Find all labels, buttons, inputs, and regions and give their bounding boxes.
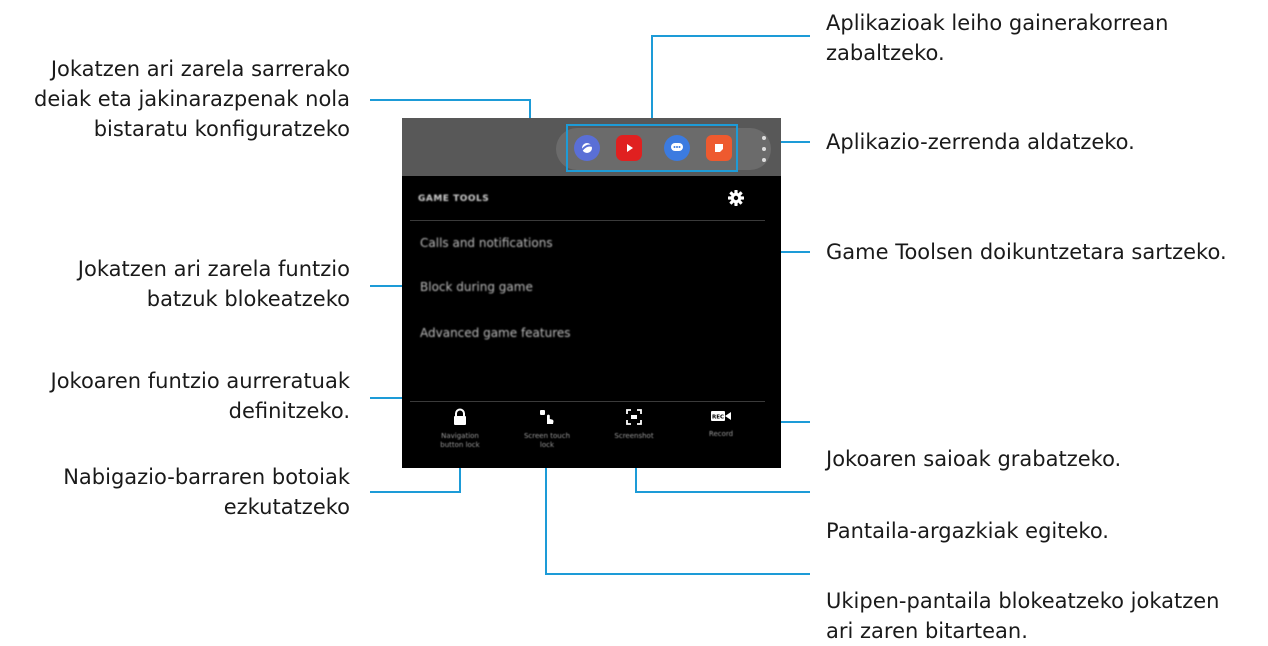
settings-gear-icon[interactable] <box>726 188 746 208</box>
game-tools-panel: GAME TOOLS Calls and notifications Block… <box>402 118 781 468</box>
leader-screen-touch-lock <box>545 452 810 575</box>
callout-nav-buttons: Nabigazio-barraren botoiak ezkutatzeko <box>63 465 350 519</box>
callout-settings: Game Toolsen doikuntzetara sartzeko. <box>826 240 1227 264</box>
more-options-icon[interactable] <box>760 136 768 162</box>
screen-touch-lock-button[interactable]: Screen touch lock <box>512 408 582 450</box>
tool-label: Navigation button lock <box>440 432 480 449</box>
leader-popup-apps <box>651 35 810 122</box>
callout-record: Jokoaren saioak grabatzeko. <box>826 447 1122 471</box>
tool-label: Screenshot <box>614 432 654 440</box>
navigation-button-lock-button[interactable]: Navigation button lock <box>425 408 495 450</box>
lock-icon <box>454 408 466 425</box>
popup-apps-highlight <box>566 124 738 172</box>
touch-lock-icon <box>540 410 554 424</box>
callout-advanced-features: Jokoaren funtzio aurreratuak definitzeko… <box>50 369 351 423</box>
menu-advanced-game-features[interactable]: Advanced game features <box>420 326 571 340</box>
screenshot-button[interactable]: Screenshot <box>599 408 669 441</box>
screenshot-icon <box>626 409 642 425</box>
divider <box>410 220 765 221</box>
menu-calls-notifications[interactable]: Calls and notifications <box>420 236 553 250</box>
callout-screen-touch-lock: Ukipen-pantaila blokeatzeko jokatzen ari… <box>826 589 1220 643</box>
menu-block-during-game[interactable]: Block during game <box>420 280 533 294</box>
divider <box>410 401 765 402</box>
callout-screenshot: Pantaila-argazkiak egiteko. <box>826 519 1109 543</box>
game-tools-header: GAME TOOLS <box>418 194 490 204</box>
tool-label: Record <box>708 430 734 438</box>
rec-icon: REC <box>711 411 731 421</box>
callout-change-app-list: Aplikazio-zerrenda aldatzeko. <box>826 130 1135 154</box>
callout-block-features: Jokatzen ari zarela funtzio batzuk bloke… <box>77 257 350 311</box>
callout-calls-notifications: Jokatzen ari zarela sarrerako deiak eta … <box>33 57 350 141</box>
svg-text:REC: REC <box>712 415 724 421</box>
record-button[interactable]: REC Record <box>686 408 756 439</box>
tool-label: Screen touch lock <box>523 432 571 449</box>
callout-popup-apps: Aplikazioak leiho gainerakorrean zabaltz… <box>826 11 1169 65</box>
